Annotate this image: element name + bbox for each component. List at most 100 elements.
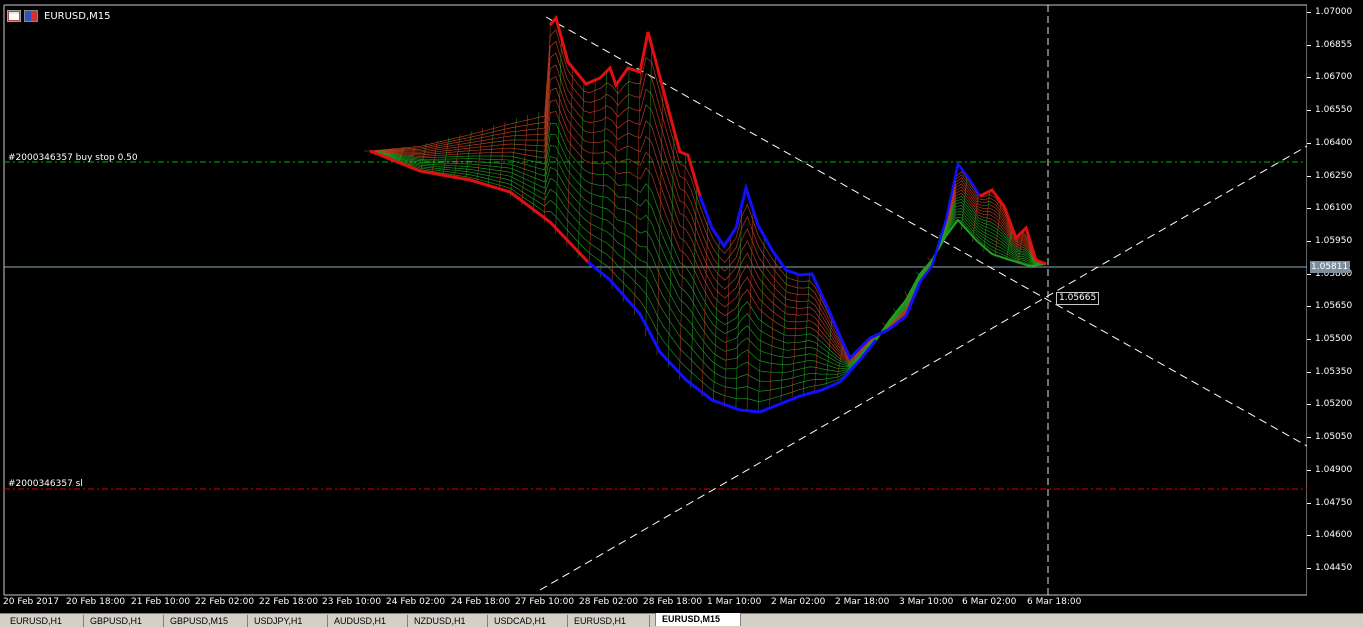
price-tick-mark: [1307, 306, 1311, 308]
price-tick-label: 1.05950: [1315, 235, 1353, 246]
time-tick-label: 28 Feb 18:00: [643, 597, 703, 607]
time-tick-label: 6 Mar 02:00: [962, 597, 1017, 607]
time-tick-label: 6 Mar 18:00: [1027, 597, 1082, 607]
price-tick-mark: [1307, 110, 1311, 112]
lower-band-blue-segment: [587, 260, 878, 414]
mesh-cross-line: [656, 88, 664, 356]
price-tick-mark: [1307, 404, 1311, 406]
mesh-cross-line: [814, 292, 821, 391]
mesh-cross-line: [577, 81, 585, 258]
price-tick-label: 1.05350: [1315, 366, 1353, 377]
mesh-band-line: [369, 150, 1047, 369]
mesh-band-line: [369, 144, 1047, 367]
ascending-trendline: [539, 145, 1308, 591]
mesh-cross-line: [769, 255, 776, 406]
mesh-cross-line: [758, 236, 765, 411]
price-tick-label: 1.05050: [1315, 432, 1353, 443]
chart-tab[interactable]: EURUSD,H1: [568, 615, 650, 627]
current-price-tag: 1.05811: [1310, 261, 1350, 273]
price-tick-mark: [1307, 208, 1311, 210]
price-tick-mark: [1307, 273, 1311, 275]
price-tick-mark: [1307, 502, 1311, 504]
time-tick-label: 23 Feb 10:00: [322, 597, 382, 607]
time-tick-label: 20 Feb 2017: [3, 597, 60, 607]
mesh-band-line: [369, 150, 1047, 392]
price-tick-mark: [1307, 567, 1311, 569]
time-tick-label: 22 Feb 18:00: [259, 597, 319, 607]
price-tick-label: 1.04750: [1315, 497, 1353, 508]
mesh-cross-line: [566, 67, 574, 247]
price-tick-mark: [1307, 371, 1311, 373]
price-tick-label: 1.05200: [1315, 399, 1353, 410]
mesh-cross-line: [746, 209, 754, 412]
price-tick-label: 1.06550: [1315, 105, 1353, 116]
chart-tab[interactable]: EURUSD,H1: [4, 615, 84, 627]
price-tick-label: 1.06250: [1315, 170, 1353, 181]
time-tick-label: 2 Mar 18:00: [835, 597, 890, 607]
chart-window-icon[interactable]: [7, 10, 21, 22]
mesh-band-line: [369, 40, 1047, 358]
price-tick-label: 1.07000: [1315, 7, 1353, 17]
price-tick-mark: [1307, 240, 1311, 242]
time-tick-label: 20 Feb 18:00: [66, 597, 126, 607]
price-tick-label: 1.04450: [1315, 562, 1353, 573]
chart-tab[interactable]: EURUSD,M15: [655, 613, 741, 626]
price-tick-label: 1.05650: [1315, 301, 1353, 312]
price-scale[interactable]: 1.07000 1.06855 1.06700 1.06550 1.06400 1.062…: [1307, 5, 1363, 595]
mesh-cross-line: [712, 238, 720, 403]
time-tick-label: 3 Mar 10:00: [899, 597, 954, 607]
time-tick-label: 28 Feb 02:00: [579, 597, 639, 607]
price-tick-label: 1.06400: [1315, 137, 1353, 148]
mesh-band-line: [369, 122, 1047, 365]
price-tick-mark: [1307, 77, 1311, 79]
chart-window[interactable]: EURUSD,M15 #2000346357 buy stop 0.50 #20…: [0, 0, 1363, 613]
price-tick-mark: [1307, 535, 1311, 537]
time-tick-label: 24 Feb 18:00: [451, 597, 511, 607]
price-tick-mark: [1307, 175, 1311, 177]
chart-tab[interactable]: NZDUSD,H1: [408, 615, 488, 627]
chart-tab[interactable]: USDCAD,H1: [488, 615, 568, 627]
buy-stop-order-label: #2000346357 buy stop 0.50: [8, 153, 138, 163]
upper-band-blue-segment: [698, 182, 922, 361]
time-tick-label: 21 Feb 10:00: [131, 597, 191, 607]
mesh-cross-line: [994, 201, 1002, 258]
mesh-cross-line: [701, 217, 709, 397]
price-tick-mark: [1307, 339, 1311, 340]
price-tick-label: 1.06700: [1315, 72, 1353, 83]
chart-tab[interactable]: GBPUSD,M15: [164, 615, 248, 627]
crosshair-price-readout: 1.05665: [1056, 292, 1100, 305]
flag-icon: [24, 10, 38, 22]
mesh-band-line: [369, 150, 1046, 373]
price-tick-mark: [1307, 469, 1311, 471]
time-tick-label: 22 Feb 02:00: [195, 597, 255, 607]
price-tick-label: 1.04900: [1315, 464, 1353, 475]
mesh-cross-line: [972, 193, 979, 243]
price-tick-mark: [1307, 44, 1311, 46]
chart-canvas[interactable]: [0, 0, 1363, 613]
price-tick-mark: [1307, 437, 1311, 439]
time-tick-label: 24 Feb 02:00: [386, 597, 446, 607]
symbol-timeframe-label: EURUSD,M15: [44, 10, 111, 22]
price-tick-mark: [1307, 12, 1311, 13]
price-tick-label: 1.06100: [1315, 203, 1353, 214]
time-tick-label: 2 Mar 02:00: [771, 597, 826, 607]
chart-tab[interactable]: USDJPY,H1: [248, 615, 328, 627]
time-scale[interactable]: 20 Feb 2017 20 Feb 18:00 21 Feb 10:00 22 Fe…: [0, 595, 1307, 613]
price-tick-label: 1.04600: [1315, 530, 1353, 541]
chart-tabs-bar: EURUSD,H1 GBPUSD,H1 GBPUSD,M15 USDJPY,H1 AUD…: [0, 613, 1363, 627]
mesh-cross-line: [780, 270, 788, 402]
price-tick-mark: [1307, 142, 1311, 144]
mesh-band-line: [369, 150, 1047, 368]
time-tick-label: 27 Feb 10:00: [515, 597, 575, 607]
mesh-band-line: [369, 52, 1047, 359]
chart-tab[interactable]: AUDUSD,H1: [328, 615, 408, 627]
mesh-band-line: [370, 64, 1047, 360]
mesh-cross-line: [667, 130, 675, 368]
chart-title: EURUSD,M15: [7, 9, 110, 23]
stop-loss-label: #2000346357 sl: [8, 479, 83, 489]
mesh-cross-line: [634, 69, 641, 315]
chart-tab[interactable]: GBPUSD,H1: [84, 615, 164, 627]
price-tick-label: 1.05500: [1315, 334, 1353, 344]
mesh-band-line: [369, 150, 1047, 402]
mesh-band-line: [369, 134, 1047, 366]
